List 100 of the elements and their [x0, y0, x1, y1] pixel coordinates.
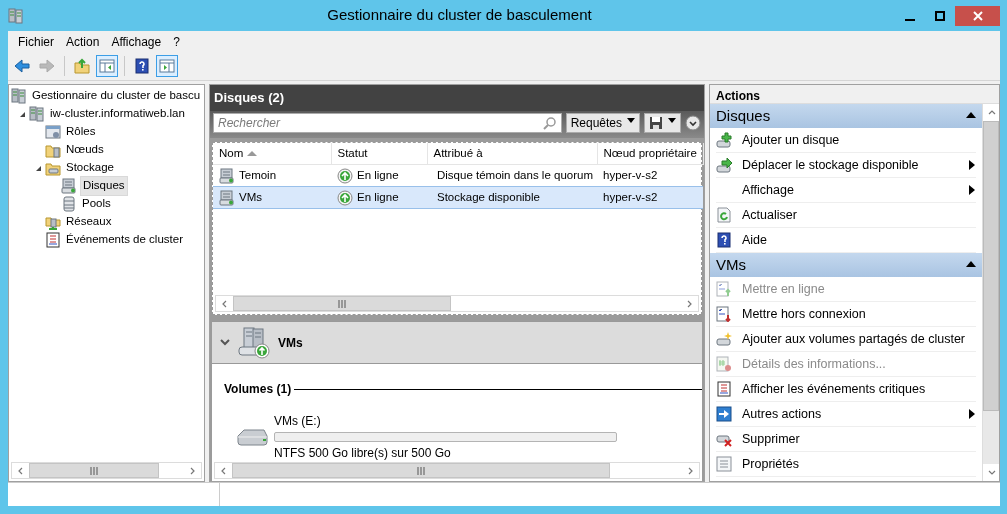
pane-command[interactable]: Déplacer le stockage disponible	[716, 153, 976, 178]
save-icon	[649, 115, 663, 130]
queries-button[interactable]: Requêtes	[565, 112, 640, 133]
back-arrow-icon	[14, 58, 30, 74]
menu-item[interactable]: Affichage	[105, 32, 168, 51]
menu-item[interactable]: Fichier	[12, 32, 60, 51]
column-header[interactable]: Nom	[213, 142, 331, 165]
tree-item[interactable]: Rôles	[64, 123, 98, 141]
tree-item[interactable]: Réseaux	[64, 213, 114, 231]
tree-item[interactable]: Disques	[80, 176, 128, 196]
window-icon	[8, 7, 24, 24]
section-title: Volumes (1)	[224, 381, 292, 398]
pane-command[interactable]: Propriétés	[716, 452, 976, 477]
server-icon	[219, 189, 235, 206]
table-cell-text: Stockage disponible	[437, 189, 540, 205]
pane-command[interactable]: Affichage	[716, 178, 976, 203]
tree-item[interactable]: iw-cluster.informatiweb.lan	[48, 105, 187, 123]
column-header[interactable]: Statut	[331, 142, 427, 165]
horizontal-scrollbar[interactable]	[11, 462, 202, 479]
collapse-chevron-icon[interactable]	[220, 338, 230, 347]
vertical-scrollbar[interactable]	[982, 104, 999, 481]
pane-command[interactable]: Mettre hors connexion	[716, 302, 976, 327]
server-icon	[219, 167, 235, 184]
pane-title: Disques (2)	[210, 85, 704, 111]
grip-icon	[416, 466, 426, 475]
details-title: VMs	[278, 334, 303, 352]
folder-icon	[45, 160, 61, 176]
folder-icon	[45, 142, 61, 158]
tree-item[interactable]: Stockage	[64, 159, 116, 177]
status-up-icon	[337, 189, 353, 206]
window-title: Gestionnaire du cluster de basculement	[326, 5, 593, 26]
horizontal-scrollbar[interactable]	[215, 295, 699, 312]
pane-toggle-icon	[159, 58, 175, 74]
forward-arrow-icon	[39, 58, 55, 74]
table-row[interactable]: Temoin En ligne Disque témoin dans le quorum hyper-v-s2	[213, 164, 703, 187]
group-header[interactable]: Disques	[710, 104, 982, 128]
search-field[interactable]: Rechercher	[213, 112, 562, 133]
checklist-icon	[716, 281, 732, 297]
table-cell-text: En ligne	[357, 167, 399, 183]
pane-command[interactable]: Autres actions	[716, 402, 976, 427]
server-icon	[61, 178, 77, 194]
disk-star-icon	[716, 331, 732, 347]
maximize-icon	[935, 10, 945, 21]
server-icon	[11, 88, 27, 104]
submenu-arrow-icon	[968, 409, 976, 419]
folder-up-icon	[74, 58, 90, 74]
help-icon	[134, 58, 150, 74]
grip-icon	[337, 299, 347, 308]
sort-arrow-icon	[247, 150, 258, 157]
volume-info: NTFS 500 Go libre(s) sur 500 Go	[274, 445, 452, 462]
collapse-arrow-icon	[966, 260, 976, 270]
tree-item[interactable]: Nœuds	[64, 141, 106, 159]
network-icon	[45, 214, 61, 230]
table-row[interactable]: VMs En ligne Stockage disponible hyper-v-s2	[213, 186, 703, 209]
checklist-icon	[716, 306, 732, 322]
tree-item[interactable]: Pools	[80, 195, 113, 213]
table-cell-text: En ligne	[357, 189, 399, 205]
submenu-arrow-icon	[968, 185, 976, 195]
save-button[interactable]	[644, 112, 681, 133]
disk-arrow-icon	[716, 157, 732, 173]
menu-item[interactable]: Action	[60, 32, 106, 51]
database-icon	[61, 196, 77, 212]
expand-circle-icon[interactable]	[685, 114, 701, 131]
document-icon	[716, 356, 732, 372]
server-drive-icon	[238, 326, 270, 359]
menu-item[interactable]: ?	[167, 32, 186, 51]
disk-add-icon	[716, 132, 732, 148]
pane-title: Actions	[710, 85, 999, 104]
volume-name: VMs (E:)	[274, 413, 322, 430]
window-icon	[45, 124, 61, 140]
submenu-arrow-icon	[968, 160, 976, 170]
tree-item[interactable]: Événements de cluster	[64, 231, 185, 249]
tree-item[interactable]: Gestionnaire du cluster de bascu	[30, 87, 203, 105]
properties-icon	[716, 456, 732, 472]
close-icon	[972, 10, 983, 21]
pane-command[interactable]: Ajouter aux volumes partagés de cluster	[716, 327, 976, 352]
grip-icon	[89, 466, 99, 475]
group-header[interactable]: VMs	[710, 253, 982, 277]
pane-command[interactable]: Afficher les événements critiques	[716, 377, 976, 402]
pane-command[interactable]: Actualiser	[716, 203, 976, 228]
horizontal-scrollbar[interactable]	[214, 462, 700, 479]
expanded-arrow-icon[interactable]	[18, 110, 26, 118]
expanded-arrow-icon[interactable]	[34, 164, 42, 172]
search-icon	[542, 115, 557, 130]
column-header[interactable]: Nœud propriétaire	[597, 142, 703, 165]
table-cell-text: hyper-v-s2	[603, 167, 658, 183]
table-cell-text: Temoin	[239, 167, 277, 183]
drive-icon	[236, 427, 268, 447]
refresh-icon	[716, 207, 732, 223]
event-log-icon	[45, 232, 61, 248]
help-icon	[716, 232, 732, 248]
pane-toggle-icon	[99, 58, 115, 74]
pane-command[interactable]: Supprimer	[716, 427, 976, 452]
close-button[interactable]	[955, 5, 1000, 26]
table-cell-text: hyper-v-s2	[603, 189, 658, 205]
collapse-arrow-icon	[966, 111, 976, 121]
server-icon	[29, 106, 45, 122]
minimize-icon	[905, 18, 915, 21]
column-header[interactable]: Attribué à	[427, 142, 597, 165]
pane-command[interactable]: Ajouter un disque	[716, 128, 976, 153]
